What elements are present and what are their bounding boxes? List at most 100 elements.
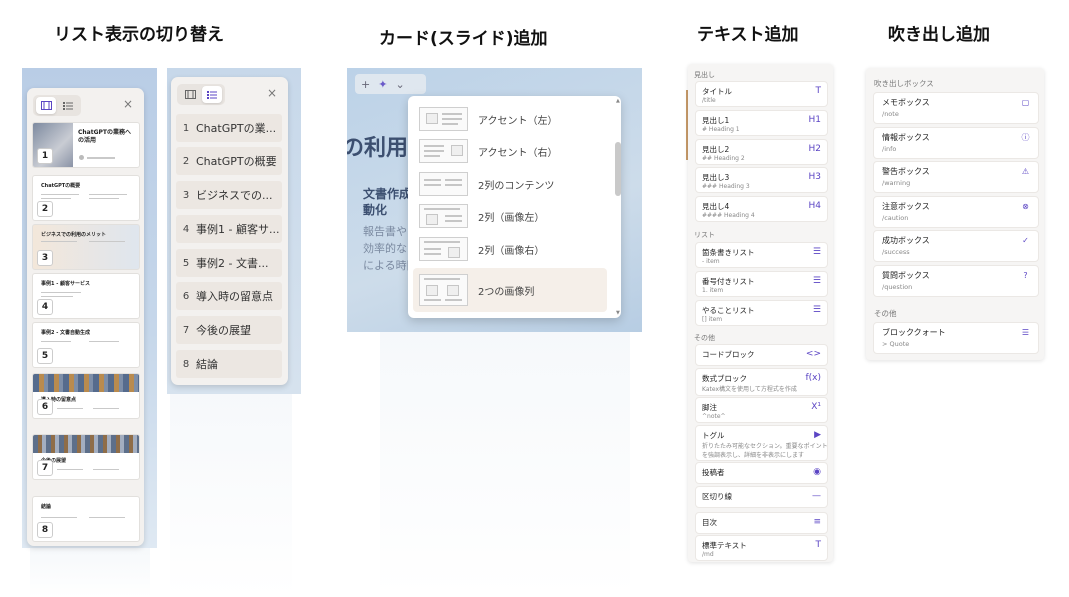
text-item-math-block[interactable]: 数式ブロック Katex構文を使用して方程式を作成 f(x) — [695, 368, 828, 396]
slide-image — [33, 374, 139, 392]
slide-thumbnail-8[interactable]: 結論 8 — [32, 496, 140, 542]
text-item-author[interactable]: 投稿者 ◉ — [695, 462, 828, 484]
scroll-down-icon[interactable]: ▼ — [616, 310, 620, 316]
list-item[interactable]: 5 事例2 - 文書... — [176, 249, 282, 277]
heading-2-icon: H2 — [808, 144, 822, 154]
slide-title: ChatGPTの概要 — [41, 183, 81, 189]
text-item-heading-3[interactable]: 見出し3 ### Heading 3 H3 — [695, 167, 828, 193]
chevron-down-icon[interactable]: ⌄ — [395, 78, 404, 91]
layout-image-left-icon — [419, 204, 468, 228]
text-item-divider[interactable]: 区切り線 — — [695, 486, 828, 508]
text-item-heading-4[interactable]: 見出し4 #### Heading 4 H4 — [695, 196, 828, 222]
thumbnail-view-button[interactable] — [180, 86, 200, 103]
close-icon[interactable]: × — [123, 97, 133, 111]
list-item-number: 8 — [182, 358, 190, 370]
layout-two-images-icon — [419, 274, 468, 306]
heading-1-icon: H1 — [808, 115, 822, 125]
list-view-button[interactable] — [202, 86, 222, 103]
list-view-button[interactable] — [58, 97, 78, 114]
list-icon — [207, 90, 217, 99]
slide-thumbnail-7[interactable]: 今後の展望 7 — [32, 434, 140, 480]
section-title-add-callout: 吹き出し追加 — [888, 25, 990, 45]
text-item-title[interactable]: タイトル/title T — [695, 81, 828, 107]
list-item-number: 4 — [182, 223, 190, 235]
text-item-toc[interactable]: 目次 ≡ — [695, 512, 828, 534]
layout-option-accent-right[interactable]: アクセント（右） — [413, 136, 607, 166]
layout-dropdown: アクセント（左） アクセント（右） 2列のコンテンツ 2列（画像左） 2列（画像… — [408, 96, 621, 318]
text-item-code-block[interactable]: コードブロック <> — [695, 344, 828, 366]
layout-option-accent-left[interactable]: アクセント（左） — [413, 104, 607, 134]
list-item[interactable]: 3 ビジネスでの... — [176, 181, 282, 209]
text-line — [89, 194, 127, 195]
text-item-shortcut: ## Heading 2 — [702, 155, 745, 162]
list-item[interactable]: 4 事例1 - 顧客サ... — [176, 215, 282, 243]
list-item-label: 今後の展望 — [196, 324, 251, 337]
text-item-shortcut: #### Heading 4 — [702, 212, 755, 219]
text-line — [57, 408, 83, 409]
layout-image-right-icon — [419, 237, 468, 261]
caution-icon: ⊗ — [1022, 202, 1029, 211]
text-item-shortcut: ^note^ — [702, 413, 726, 420]
bullet-list-icon: ☰ — [812, 247, 821, 257]
list-item[interactable]: 8 結論 — [176, 350, 282, 378]
avatar — [79, 155, 84, 160]
callout-item-caution[interactable]: 注意ボックス/caution ⊗ — [873, 196, 1039, 228]
text-item-numbered-list[interactable]: 番号付きリスト 1. item ☰ — [695, 271, 828, 297]
text-line — [89, 198, 119, 199]
section-title-list-toggle: リスト表示の切り替え — [54, 25, 224, 45]
text-line — [93, 469, 119, 470]
slide-title: 結論 — [41, 504, 52, 510]
callout-item-blockquote[interactable]: ブロッククォート > Quote ☰ — [873, 322, 1039, 354]
note-icon: ▢ — [1021, 98, 1030, 107]
callout-item-shortcut: /info — [882, 145, 897, 153]
slide-thumbnail-4[interactable]: 事例1 - 顧客サービス 4 — [32, 273, 140, 319]
layout-option-label: 2つの画像列 — [478, 286, 535, 298]
text-item-toggle[interactable]: トグル 折りたたみ可能なセクション。重要なポイント を強調表示し、詳細を非表示にしま… — [695, 425, 828, 461]
slide-thumbnail-3[interactable]: ビジネスでの利用のメリット 3 — [32, 224, 140, 270]
layout-option-two-columns-image-left[interactable]: 2列（画像左） — [413, 201, 607, 231]
slide-number: 5 — [37, 348, 53, 364]
callout-item-info[interactable]: 情報ボックス/info ⓘ — [873, 127, 1039, 159]
text-item-bullet-list[interactable]: 箇条書きリスト - item ☰ — [695, 242, 828, 268]
thumbnail-view-button[interactable] — [36, 97, 56, 114]
callout-item-question[interactable]: 質問ボックス/question? — [873, 265, 1039, 297]
slide-image — [33, 435, 139, 453]
slide-thumbnail-2[interactable]: ChatGPTの概要 2 — [32, 175, 140, 221]
list-item[interactable]: 7 今後の展望 — [176, 316, 282, 344]
add-card-button[interactable]: + — [361, 78, 370, 91]
layout-option-two-columns-image-right[interactable]: 2列（画像右） — [413, 234, 607, 264]
text-item-name: タイトル — [702, 87, 732, 96]
slide-thumbnail-6[interactable]: 導入時の留意点 6 — [32, 373, 140, 419]
slide-subheading: 文書作成 動化 — [363, 186, 411, 218]
text-item-description: Katex構文を使用して方程式を作成 — [702, 386, 797, 393]
slide-thumbnail-5[interactable]: 事例2 - 文書自動生成 5 — [32, 322, 140, 368]
list-item[interactable]: 1 ChatGPTの業... — [176, 114, 282, 142]
quote-icon: ☰ — [1021, 328, 1030, 337]
film-icon — [40, 101, 52, 110]
slide-thumbnail-1[interactable]: ChatGPTの業務への活用 1 — [32, 122, 140, 168]
dropdown-scrollbar[interactable]: ▲ ▼ — [615, 98, 621, 316]
text-item-heading-2[interactable]: 見出し2 ## Heading 2 H2 — [695, 139, 828, 165]
list-item[interactable]: 6 導入時の留意点 — [176, 282, 282, 310]
text-item-heading-1[interactable]: 見出し1 # Heading 1 H1 — [695, 110, 828, 136]
magic-icon[interactable]: ✦ — [378, 78, 387, 91]
close-icon[interactable]: × — [267, 86, 277, 100]
list-item[interactable]: 2 ChatGPTの概要 — [176, 147, 282, 175]
slide-number: 8 — [37, 522, 53, 538]
text-item-name: 数式ブロック — [702, 374, 747, 383]
scrollbar-thumb[interactable] — [615, 142, 621, 196]
callout-item-shortcut: /caution — [882, 214, 909, 222]
text-line — [41, 517, 77, 518]
callout-item-name: 注意ボックス — [882, 202, 930, 211]
text-item-footnote[interactable]: 脚注 ^note^ X¹ — [695, 397, 828, 423]
layout-option-two-image-columns[interactable]: 2つの画像列 — [413, 268, 607, 312]
callout-item-warning[interactable]: 警告ボックス/warning ⚠ — [873, 161, 1039, 193]
text-item-todo-list[interactable]: やることリスト[] item ☰ — [695, 300, 828, 326]
layout-option-two-columns[interactable]: 2列のコンテンツ — [413, 169, 607, 199]
callout-item-note[interactable]: メモボックス/note ▢ — [873, 92, 1039, 124]
text-item-plain-text[interactable]: 標準テキスト/md T — [695, 535, 828, 561]
slide-title: ビジネスでの利用のメリット — [41, 232, 107, 238]
callout-item-success[interactable]: 成功ボックス/success ✓ — [873, 230, 1039, 262]
scroll-up-icon[interactable]: ▲ — [616, 98, 620, 104]
list-item-label: 事例1 - 顧客サ... — [196, 223, 280, 236]
